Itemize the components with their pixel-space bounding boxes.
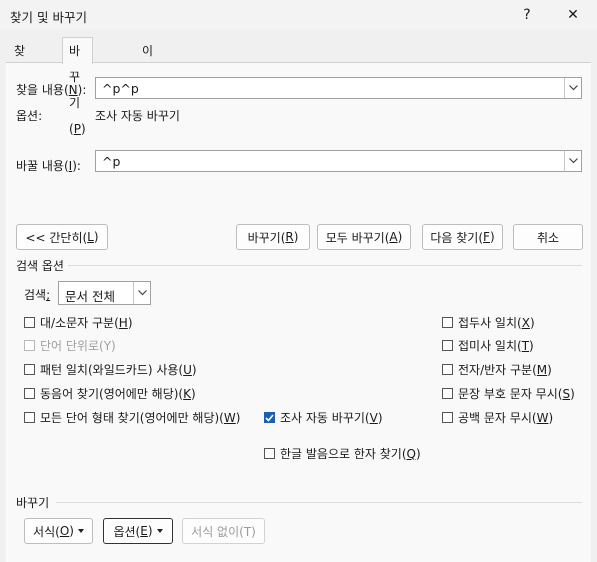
cancel-button[interactable]: 취소 <box>513 224 583 250</box>
find-input[interactable]: ^p^p <box>95 77 582 99</box>
tab-goto[interactable]: 이동(G) <box>136 40 167 102</box>
checkbox-box[interactable] <box>264 448 275 459</box>
checkbox-box[interactable] <box>442 388 453 399</box>
chevron-down-icon[interactable] <box>133 282 150 304</box>
checkbox-box[interactable] <box>442 364 453 375</box>
divider <box>68 265 582 266</box>
replace-button[interactable]: 바꾸기(R) <box>236 224 310 250</box>
replace-section-title: 바꾸기 <box>16 496 50 510</box>
checkbox-box[interactable] <box>24 412 35 423</box>
checkbox-box[interactable] <box>442 317 453 328</box>
less-button[interactable]: << 간단히(L) <box>16 224 108 250</box>
width-checkbox[interactable]: 전자/반자 구분(M) <box>442 361 552 378</box>
search-direction-label: 검색; <box>24 288 51 302</box>
dropdown-caret-icon <box>77 529 84 533</box>
search-direction-select[interactable]: 문서 전체 <box>58 281 151 305</box>
suffix-checkbox[interactable]: 접미사 일치(T) <box>442 337 534 354</box>
replace-all-button[interactable]: 모두 바꾸기(A) <box>317 224 411 250</box>
search-options-title: 검색 옵션 <box>16 259 64 273</box>
wildcards-checkbox[interactable]: 패턴 일치(와일드카드) 사용(U) <box>24 361 197 378</box>
chevron-down-icon[interactable] <box>564 151 581 171</box>
hanja-checkbox[interactable]: 한글 발음으로 한자 찾기(Q) <box>264 445 421 462</box>
find-next-button[interactable]: 다음 찾기(F) <box>422 224 503 250</box>
window-title: 찾기 및 바꾸기 <box>10 10 87 25</box>
checkbox-checked[interactable] <box>264 412 275 423</box>
format-button[interactable]: 서식(O) <box>24 518 93 544</box>
match-case-checkbox[interactable]: 대/소문자 구분(H) <box>24 314 133 331</box>
dropdown-caret-icon <box>156 529 163 533</box>
find-replace-dialog: 찾기 및 바꾸기 ? ✕ 찾기(D) 바꾸기(P) 이동(G) 찾을 내용(N)… <box>0 0 597 562</box>
checkbox-box[interactable] <box>24 388 35 399</box>
find-value: ^p^p <box>102 81 139 96</box>
checkbox-box[interactable] <box>24 364 35 375</box>
replace-panel: 찾을 내용(N): ^p^p 옵션: 조사 자동 바꾸기 바꿀 내용(I): ^… <box>6 62 591 562</box>
tab-replace[interactable]: 바꾸기(P) <box>62 37 93 136</box>
title-bar: 찾기 및 바꾸기 ? ✕ <box>0 0 597 30</box>
options-label: 옵션: <box>16 109 43 123</box>
special-button[interactable]: 옵션(E) <box>103 518 173 544</box>
close-button[interactable]: ✕ <box>550 0 596 30</box>
josa-checkbox[interactable]: 조사 자동 바꾸기(V) <box>264 409 383 426</box>
prefix-checkbox[interactable]: 접두사 일치(X) <box>442 314 535 331</box>
help-icon: ? <box>523 7 531 23</box>
punctuation-checkbox[interactable]: 문장 부호 문자 무시(S) <box>442 385 575 402</box>
checkbox-box[interactable] <box>24 340 35 351</box>
help-button[interactable]: ? <box>504 0 550 30</box>
checkbox-box[interactable] <box>24 317 35 328</box>
sounds-like-checkbox[interactable]: 동음어 찾기(영어에만 해당)(K) <box>24 385 196 402</box>
chevron-down-icon[interactable] <box>564 78 581 98</box>
tab-find[interactable]: 찾기(D) <box>8 40 39 102</box>
replace-input[interactable]: ^p <box>95 150 582 172</box>
options-value: 조사 자동 바꾸기 <box>95 109 180 123</box>
checkbox-box[interactable] <box>442 412 453 423</box>
whitespace-checkbox[interactable]: 공백 문자 무시(W) <box>442 409 553 426</box>
search-direction-value: 문서 전체 <box>65 289 115 304</box>
all-forms-checkbox[interactable]: 모든 단어 형태 찾기(영어에만 해당)(W) <box>24 409 240 426</box>
replace-label: 바꿀 내용(I): <box>16 159 81 173</box>
no-formatting-button[interactable]: 서식 없이(T) <box>182 518 265 544</box>
close-icon: ✕ <box>567 7 579 23</box>
checkbox-box[interactable] <box>442 340 453 351</box>
replace-value: ^p <box>102 154 121 169</box>
divider <box>56 502 582 503</box>
whole-words-checkbox[interactable]: 단어 단위로(Y) <box>24 337 116 354</box>
